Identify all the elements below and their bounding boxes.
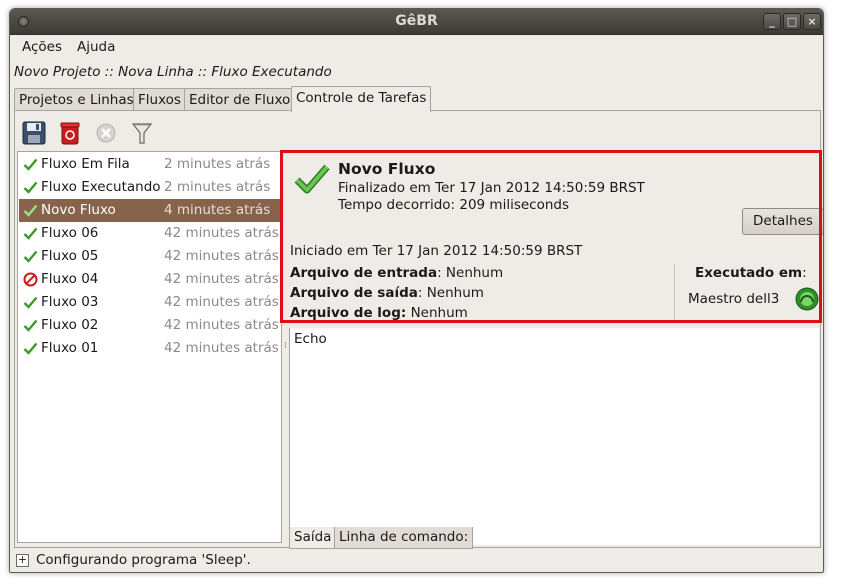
- check-icon: [23, 250, 38, 263]
- output-file-label: Arquivo de saída: [290, 285, 418, 301]
- elapsed-time: Tempo decorrido: 209 miliseconds: [338, 197, 570, 213]
- job-row[interactable]: Fluxo 05 42 minutes atrás: [19, 245, 280, 268]
- log-file-label: Arquivo de log:: [290, 305, 407, 321]
- job-name: Fluxo 04: [41, 271, 99, 287]
- minimize-button[interactable]: _: [763, 13, 781, 30]
- check-icon: [23, 342, 38, 355]
- title-bar: GêBR _ □ ×: [10, 9, 823, 35]
- job-name: Fluxo 03: [41, 294, 99, 310]
- check-icon: [23, 227, 38, 240]
- job-row[interactable]: Fluxo 03 42 minutes atrás: [19, 291, 280, 314]
- executed-on-label: Executado em: [695, 265, 803, 281]
- check-icon: [23, 181, 38, 194]
- job-name: Fluxo Em Fila: [41, 156, 130, 172]
- check-icon: [23, 319, 38, 332]
- output-tabs: Saída Linha de comando:: [289, 527, 819, 549]
- window-title: GêBR: [395, 13, 438, 29]
- log-file: Arquivo de log: Nenhum: [290, 305, 468, 321]
- finished-at: Finalizado em Ter 17 Jan 2012 14:50:59 B…: [338, 180, 645, 196]
- job-row-selected[interactable]: Novo Fluxo 4 minutes atrás: [19, 199, 280, 222]
- tab-fluxos[interactable]: Fluxos: [133, 88, 186, 111]
- cancel-icon[interactable]: [93, 120, 119, 146]
- job-control-panel: Fluxo Em Fila 2 minutes atrás Fluxo Exec…: [14, 110, 823, 549]
- job-title: Novo Fluxo: [338, 160, 436, 178]
- job-time: 2 minutes atrás: [164, 156, 271, 172]
- output-file: Arquivo de saída: Nenhum: [290, 285, 484, 301]
- job-time: 42 minutes atrás: [164, 271, 279, 287]
- input-file: Arquivo de entrada: Nenhum: [290, 265, 503, 281]
- filter-icon[interactable]: [129, 120, 155, 146]
- job-name: Fluxo 05: [41, 248, 99, 264]
- job-time: 42 minutes atrás: [164, 294, 279, 310]
- job-row[interactable]: Fluxo 01 42 minutes atrás: [19, 337, 280, 360]
- job-time: 2 minutes atrás: [164, 179, 271, 195]
- job-time: 42 minutes atrás: [164, 225, 279, 241]
- output-file-value: : Nenhum: [417, 285, 484, 301]
- save-icon[interactable]: [21, 120, 47, 146]
- tab-linha-de-comando[interactable]: Linha de comando:: [334, 527, 474, 549]
- tab-controle-de-tarefas[interactable]: Controle de Tarefas: [291, 86, 432, 112]
- log-file-value: Nenhum: [406, 305, 468, 321]
- delete-icon[interactable]: [57, 120, 83, 146]
- host-name: Maestro dell3: [688, 291, 780, 307]
- menu-acoes[interactable]: Ações: [22, 39, 62, 55]
- job-name: Fluxo 01: [41, 340, 99, 356]
- tab-saida[interactable]: Saída: [289, 527, 337, 549]
- job-list[interactable]: Fluxo Em Fila 2 minutes atrás Fluxo Exec…: [17, 151, 282, 543]
- job-name: Novo Fluxo: [41, 202, 116, 218]
- expand-log-button[interactable]: +: [16, 554, 29, 567]
- close-button[interactable]: ×: [803, 13, 821, 30]
- breadcrumb: Novo Projeto :: Nova Linha :: Fluxo Exec…: [14, 64, 332, 80]
- app-window: GêBR _ □ × Ações Ajuda Novo Projeto :: N…: [9, 8, 824, 573]
- check-icon: [23, 158, 38, 171]
- job-name: Fluxo Executando: [41, 179, 161, 195]
- job-row[interactable]: Fluxo Executando 2 minutes atrás: [19, 176, 280, 199]
- maximize-button[interactable]: □: [783, 13, 801, 30]
- job-time: 4 minutes atrás: [164, 202, 271, 218]
- job-time: 42 minutes atrás: [164, 317, 279, 333]
- executed-on: Executado em:: [695, 265, 807, 281]
- executed-on-colon: :: [802, 265, 807, 281]
- menu-bar: Ações Ajuda: [10, 36, 823, 58]
- failed-icon: [23, 272, 38, 287]
- status-text: Configurando programa 'Sleep'.: [36, 552, 251, 568]
- tab-projetos-e-linhas[interactable]: Projetos e Linhas: [14, 88, 139, 111]
- job-name: Fluxo 02: [41, 317, 99, 333]
- success-check-icon: [294, 164, 330, 194]
- check-icon: [23, 204, 38, 217]
- input-file-label: Arquivo de entrada: [290, 265, 438, 281]
- status-bar: + Configurando programa 'Sleep'.: [10, 547, 823, 572]
- separator: [674, 264, 675, 320]
- input-file-value: : Nenhum: [437, 265, 504, 281]
- details-button[interactable]: Detalhes: [742, 208, 823, 235]
- job-summary: Novo Fluxo Finalizado em Ter 17 Jan 2012…: [284, 151, 823, 326]
- job-row[interactable]: Fluxo 04 42 minutes atrás: [19, 268, 280, 291]
- check-icon: [23, 296, 38, 309]
- menu-ajuda[interactable]: Ajuda: [77, 39, 115, 55]
- job-name: Fluxo 06: [41, 225, 99, 241]
- job-row[interactable]: Fluxo Em Fila 2 minutes atrás: [19, 153, 280, 176]
- server-status-icon: [795, 287, 819, 311]
- output-text-area[interactable]: Echo: [289, 328, 819, 545]
- tab-editor-de-fluxo[interactable]: Editor de Fluxo: [184, 88, 296, 111]
- job-row[interactable]: Fluxo 02 42 minutes atrás: [19, 314, 280, 337]
- started-at: Iniciado em Ter 17 Jan 2012 14:50:59 BRS…: [290, 243, 583, 259]
- job-time: 42 minutes atrás: [164, 248, 279, 264]
- job-row[interactable]: Fluxo 06 42 minutes atrás: [19, 222, 280, 245]
- job-time: 42 minutes atrás: [164, 340, 279, 356]
- output-text: Echo: [294, 331, 327, 347]
